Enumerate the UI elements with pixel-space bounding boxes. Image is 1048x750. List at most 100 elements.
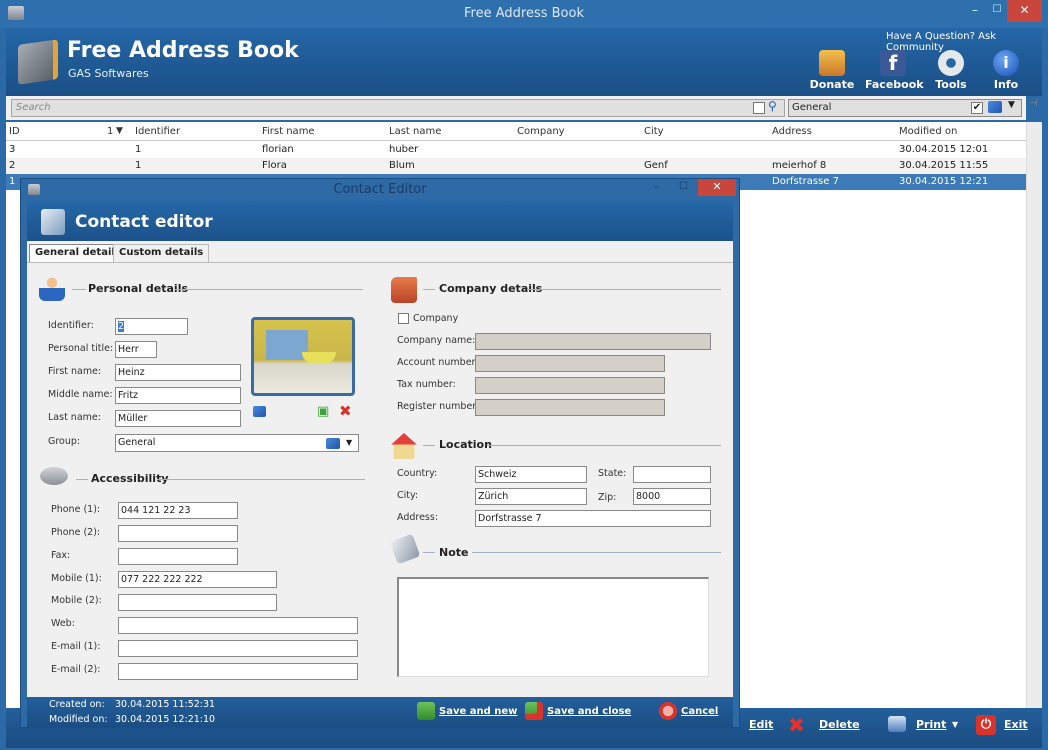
section-line bbox=[423, 445, 435, 446]
maximize-button[interactable]: ☐ bbox=[988, 0, 1006, 22]
first-name-label: First name: bbox=[48, 366, 102, 377]
group-select[interactable]: General ▼ bbox=[115, 434, 359, 452]
address-book-logo-icon bbox=[18, 39, 58, 85]
app-subtitle: GAS Softwares bbox=[68, 67, 149, 80]
tools-button[interactable]: Tools bbox=[926, 50, 976, 91]
col-address[interactable]: Address bbox=[772, 126, 812, 137]
middle-name-label: Middle name: bbox=[48, 389, 113, 400]
contact-photo[interactable] bbox=[251, 317, 355, 396]
section-line bbox=[72, 289, 86, 290]
info-label: Info bbox=[993, 78, 1019, 91]
power-icon: ⏻ bbox=[976, 715, 996, 735]
company-checkbox[interactable] bbox=[398, 313, 409, 324]
address-input[interactable]: Dorfstrasse 7 bbox=[475, 510, 711, 527]
app-small-icon bbox=[8, 6, 24, 20]
register-number-label: Register number: bbox=[397, 401, 480, 412]
register-number-input[interactable] bbox=[475, 399, 665, 416]
edit-button[interactable]: Edit bbox=[749, 718, 773, 731]
email2-input[interactable] bbox=[118, 663, 358, 680]
created-on-value: 30.04.2015 11:52:31 bbox=[115, 699, 216, 710]
col-city[interactable]: City bbox=[644, 126, 664, 137]
donate-label: Donate bbox=[809, 78, 855, 91]
middle-name-input[interactable]: Fritz bbox=[115, 387, 241, 404]
last-name-input[interactable]: Müller bbox=[115, 410, 241, 427]
web-input[interactable] bbox=[118, 617, 358, 634]
save-and-new-button[interactable]: Save and new bbox=[417, 702, 517, 720]
save-and-close-button[interactable]: Save and close bbox=[525, 702, 631, 720]
close-button[interactable]: ✕ bbox=[1007, 0, 1042, 22]
cancel-button[interactable]: Cancel bbox=[659, 702, 718, 720]
minimize-button[interactable]: – bbox=[965, 0, 985, 22]
phone2-input[interactable] bbox=[118, 525, 238, 542]
dialog-maximize-button[interactable]: ☐ bbox=[679, 181, 688, 192]
save-new-icon bbox=[417, 702, 435, 720]
app-title: Free Address Book bbox=[67, 38, 299, 63]
tax-number-input[interactable] bbox=[475, 377, 665, 394]
search-icon[interactable]: ⚲ bbox=[768, 99, 782, 115]
account-number-label: Account number: bbox=[397, 357, 479, 368]
note-heading: Note bbox=[439, 546, 469, 559]
state-label: State: bbox=[598, 468, 627, 479]
company-name-input[interactable] bbox=[475, 333, 711, 350]
personal-title-input[interactable]: Herr bbox=[115, 341, 157, 358]
col-identifier[interactable]: Identifier bbox=[135, 126, 180, 137]
company-name-label: Company name: bbox=[397, 335, 476, 346]
identifier-label: Identifier: bbox=[48, 320, 94, 331]
delete-button[interactable]: Delete bbox=[819, 718, 860, 731]
tab-custom-details[interactable]: Custom details bbox=[113, 244, 210, 262]
dialog-close-button[interactable]: ✕ bbox=[698, 179, 736, 196]
info-button[interactable]: i Info bbox=[981, 50, 1031, 91]
print-dropdown-icon[interactable]: ▼ bbox=[952, 720, 958, 729]
section-line bbox=[472, 552, 721, 553]
facebook-button[interactable]: f Facebook bbox=[865, 50, 924, 91]
identifier-input[interactable]: 2 bbox=[115, 318, 188, 335]
table-row[interactable]: 2 1 Flora Blum Genf meierhof 8 30.04.201… bbox=[6, 158, 1026, 174]
exit-button[interactable]: Exit bbox=[1004, 718, 1028, 731]
personal-title-label: Personal title: bbox=[48, 343, 114, 354]
col-last-name[interactable]: Last name bbox=[389, 126, 441, 137]
note-textarea[interactable] bbox=[397, 577, 709, 677]
col-company[interactable]: Company bbox=[517, 126, 565, 137]
have-question-link[interactable]: Have A Question? bbox=[886, 31, 975, 42]
mobile1-label: Mobile (1): bbox=[51, 573, 102, 584]
chevron-down-icon[interactable]: ▼ bbox=[1008, 100, 1015, 110]
fax-input[interactable] bbox=[118, 548, 238, 565]
donate-button[interactable]: Donate bbox=[807, 50, 857, 91]
phone-icon bbox=[40, 467, 68, 485]
dialog-body: General details Custom details Personal … bbox=[27, 241, 733, 697]
col-first-name[interactable]: First name bbox=[262, 126, 315, 137]
account-number-input[interactable] bbox=[475, 355, 665, 372]
mobile2-input[interactable] bbox=[118, 594, 277, 611]
table-row[interactable]: 3 1 florian huber 30.04.2015 12:01 bbox=[6, 142, 1026, 158]
col-id[interactable]: ID bbox=[9, 126, 20, 137]
contact-editor-dialog: Contact Editor – ☐ ✕ Contact editor Gene… bbox=[20, 178, 740, 728]
print-button[interactable]: Print bbox=[916, 718, 946, 731]
dialog-footer: Created on: 30.04.2015 11:52:31 Modified… bbox=[27, 697, 733, 727]
phone1-label: Phone (1): bbox=[51, 504, 101, 515]
person-icon bbox=[39, 275, 65, 301]
search-option-checkbox[interactable] bbox=[753, 102, 765, 114]
load-photo-icon[interactable] bbox=[253, 406, 266, 417]
modified-on-label: Modified on: bbox=[49, 714, 108, 725]
save-photo-icon[interactable]: ▣ bbox=[317, 404, 329, 419]
group-filter-select[interactable]: General bbox=[788, 99, 1022, 117]
delete-photo-icon[interactable]: ✖ bbox=[339, 402, 352, 420]
cell-modified: 30.04.2015 12:21 bbox=[899, 176, 989, 187]
col-modified-on[interactable]: Modified on bbox=[899, 126, 957, 137]
table-scrollbar[interactable] bbox=[1026, 122, 1042, 708]
web-label: Web: bbox=[51, 618, 75, 629]
phone1-input[interactable]: 044 121 22 23 bbox=[118, 502, 238, 519]
search-input[interactable]: Search bbox=[11, 99, 785, 117]
state-input[interactable] bbox=[633, 466, 711, 483]
group-filter-checkbox[interactable]: ✔ bbox=[971, 102, 983, 114]
pin-icon[interactable]: ⊣ bbox=[1029, 98, 1043, 112]
zip-input[interactable]: 8000 bbox=[633, 488, 711, 505]
country-input[interactable]: Schweiz bbox=[475, 466, 587, 483]
dialog-minimize-button[interactable]: – bbox=[654, 180, 660, 193]
first-name-input[interactable]: Heinz bbox=[115, 364, 241, 381]
personal-details-heading: Personal details bbox=[88, 282, 189, 295]
mobile1-input[interactable]: 077 222 222 222 bbox=[118, 571, 277, 588]
sort-desc-icon: ▼ bbox=[116, 126, 123, 136]
email1-input[interactable] bbox=[118, 640, 358, 657]
city-input[interactable]: Zürich bbox=[475, 488, 587, 505]
